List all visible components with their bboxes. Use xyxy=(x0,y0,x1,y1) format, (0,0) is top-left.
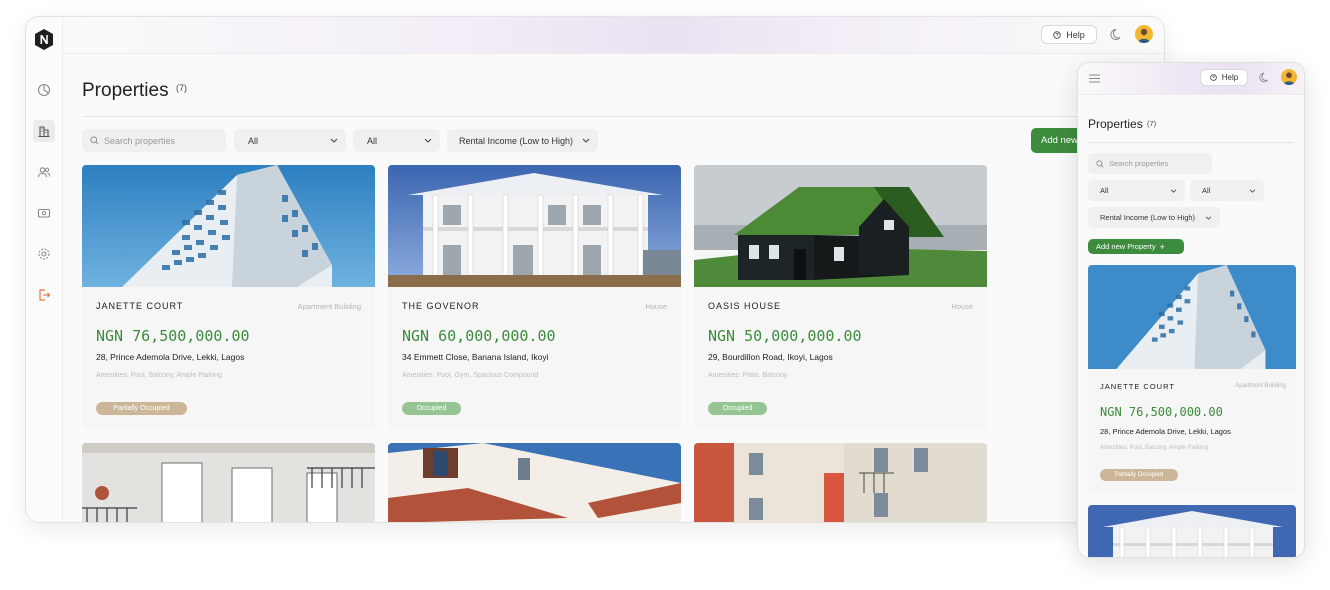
divider xyxy=(82,116,1164,117)
settings-icon[interactable] xyxy=(33,243,55,265)
property-name: JANETTE COURT xyxy=(96,301,184,311)
property-card[interactable] xyxy=(388,443,681,522)
help-icon xyxy=(1053,30,1061,39)
help-icon xyxy=(1209,74,1217,81)
divider xyxy=(1088,142,1294,143)
property-card[interactable] xyxy=(1088,505,1296,557)
filter-2-value: All xyxy=(367,135,378,146)
property-price: NGN 76,500,000.00 xyxy=(96,327,250,345)
status-badge: Partially Occupied xyxy=(1100,469,1178,481)
property-image xyxy=(694,165,987,287)
page-title: Properties xyxy=(1088,117,1143,131)
property-card[interactable]: JANETTE COURT Apartment Building NGN 76,… xyxy=(82,165,375,429)
property-card[interactable] xyxy=(694,443,987,522)
search-input[interactable]: Search properties xyxy=(1088,153,1212,174)
property-image xyxy=(388,165,681,287)
property-price: NGN 76,500,000.00 xyxy=(1100,405,1223,419)
filter-1-value: All xyxy=(248,135,259,146)
property-image xyxy=(388,443,681,522)
status-badge: Occupied xyxy=(708,402,767,415)
property-type: House xyxy=(951,302,973,311)
filter-select-1[interactable]: All xyxy=(1088,180,1185,201)
search-placeholder: Search properties xyxy=(1109,159,1169,168)
chevron-down-icon xyxy=(1205,216,1212,220)
mobile-window: Help Properties (7) Search properties Al… xyxy=(1077,62,1305,558)
search-placeholder: Search properties xyxy=(104,135,176,146)
logout-icon[interactable] xyxy=(33,284,55,306)
user-avatar[interactable] xyxy=(1281,69,1297,85)
property-address: 34 Emmett Close, Banana Island, Ikoyi xyxy=(402,352,549,362)
menu-icon[interactable] xyxy=(1089,74,1100,83)
search-icon xyxy=(90,136,99,145)
user-avatar[interactable] xyxy=(1135,25,1153,43)
property-type: Apartment Building xyxy=(297,302,361,311)
property-price: NGN 60,000,000.00 xyxy=(402,327,556,345)
status-badge: Occupied xyxy=(402,402,461,415)
plus-icon: + xyxy=(1159,241,1165,252)
chevron-down-icon xyxy=(582,138,590,143)
dark-mode-icon[interactable] xyxy=(1110,27,1124,41)
property-card[interactable] xyxy=(82,443,375,522)
help-label: Help xyxy=(1066,29,1085,40)
dark-mode-icon[interactable] xyxy=(1259,71,1271,83)
property-image xyxy=(82,443,375,522)
sort-value: Rental Income (Low to High) xyxy=(1100,213,1196,222)
property-amenities: Amenities: Patio, Balcony xyxy=(708,372,788,379)
property-count: (7) xyxy=(1147,119,1157,128)
search-icon xyxy=(1096,159,1104,168)
top-bar xyxy=(63,17,1164,54)
property-name: JANETTE COURT xyxy=(1100,382,1175,391)
properties-icon[interactable] xyxy=(33,120,55,142)
filter-1-value: All xyxy=(1100,186,1109,195)
page-title: Properties xyxy=(82,80,169,101)
payments-icon[interactable] xyxy=(33,202,55,224)
property-amenities: Amenities: Pool, Gym, Spacious Compound xyxy=(402,372,539,379)
property-card[interactable]: OASIS HOUSE House NGN 50,000,000.00 29, … xyxy=(694,165,987,429)
filter-2-value: All xyxy=(1202,186,1211,195)
help-button[interactable]: Help xyxy=(1200,69,1248,86)
property-count: (7) xyxy=(176,83,187,93)
add-property-button[interactable]: Add new Property + xyxy=(1088,239,1184,254)
property-card[interactable]: JANETTE COURT Apartment Building NGN 76,… xyxy=(1088,265,1296,493)
property-address: 28, Prince Ademola Drive, Lekki, Lagos xyxy=(96,352,245,362)
sort-select[interactable]: Rental Income (Low to High) xyxy=(1088,207,1220,228)
property-image xyxy=(694,443,987,522)
property-name: OASIS HOUSE xyxy=(708,301,782,311)
search-input[interactable]: Search properties xyxy=(82,129,226,152)
property-price: NGN 50,000,000.00 xyxy=(708,327,862,345)
property-image xyxy=(82,165,375,287)
add-property-label: Add new Property xyxy=(1096,242,1156,251)
stage: Help Properties (7) Search properties Al… xyxy=(0,0,1330,590)
property-amenities: Amenities: Pool, Balcony, Ample Parking xyxy=(1100,445,1208,451)
status-badge: Partially Occupied xyxy=(96,402,187,415)
app-logo[interactable] xyxy=(34,29,54,50)
chevron-down-icon xyxy=(1170,189,1177,193)
dashboard-icon[interactable] xyxy=(33,79,55,101)
chevron-down-icon xyxy=(1249,189,1256,193)
filter-select-2[interactable]: All xyxy=(353,129,440,152)
property-type: House xyxy=(645,302,667,311)
property-image xyxy=(1088,265,1296,369)
desktop-window: Help Properties (7) Search properties Al… xyxy=(25,16,1165,523)
property-card[interactable]: THE GOVENOR House NGN 60,000,000.00 34 E… xyxy=(388,165,681,429)
property-address: 28, Prince Ademola Drive, Lekki, Lagos xyxy=(1100,427,1231,436)
filter-select-1[interactable]: All xyxy=(234,129,346,152)
property-type: Apartment Building xyxy=(1235,383,1286,389)
chevron-down-icon xyxy=(330,138,338,143)
help-label: Help xyxy=(1221,73,1239,82)
sort-select[interactable]: Rental Income (Low to High) xyxy=(447,129,598,152)
property-name: THE GOVENOR xyxy=(402,301,480,311)
help-button[interactable]: Help xyxy=(1041,25,1097,44)
property-address: 29, Bourdillon Road, Ikoyi, Lagos xyxy=(708,352,833,362)
sort-value: Rental Income (Low to High) xyxy=(459,135,574,146)
sidebar xyxy=(26,17,63,522)
property-image xyxy=(1088,505,1296,557)
filter-select-2[interactable]: All xyxy=(1190,180,1264,201)
chevron-down-icon xyxy=(424,138,432,143)
property-amenities: Amenities: Pool, Balcony, Ample Parking xyxy=(96,372,222,379)
users-icon[interactable] xyxy=(33,161,55,183)
